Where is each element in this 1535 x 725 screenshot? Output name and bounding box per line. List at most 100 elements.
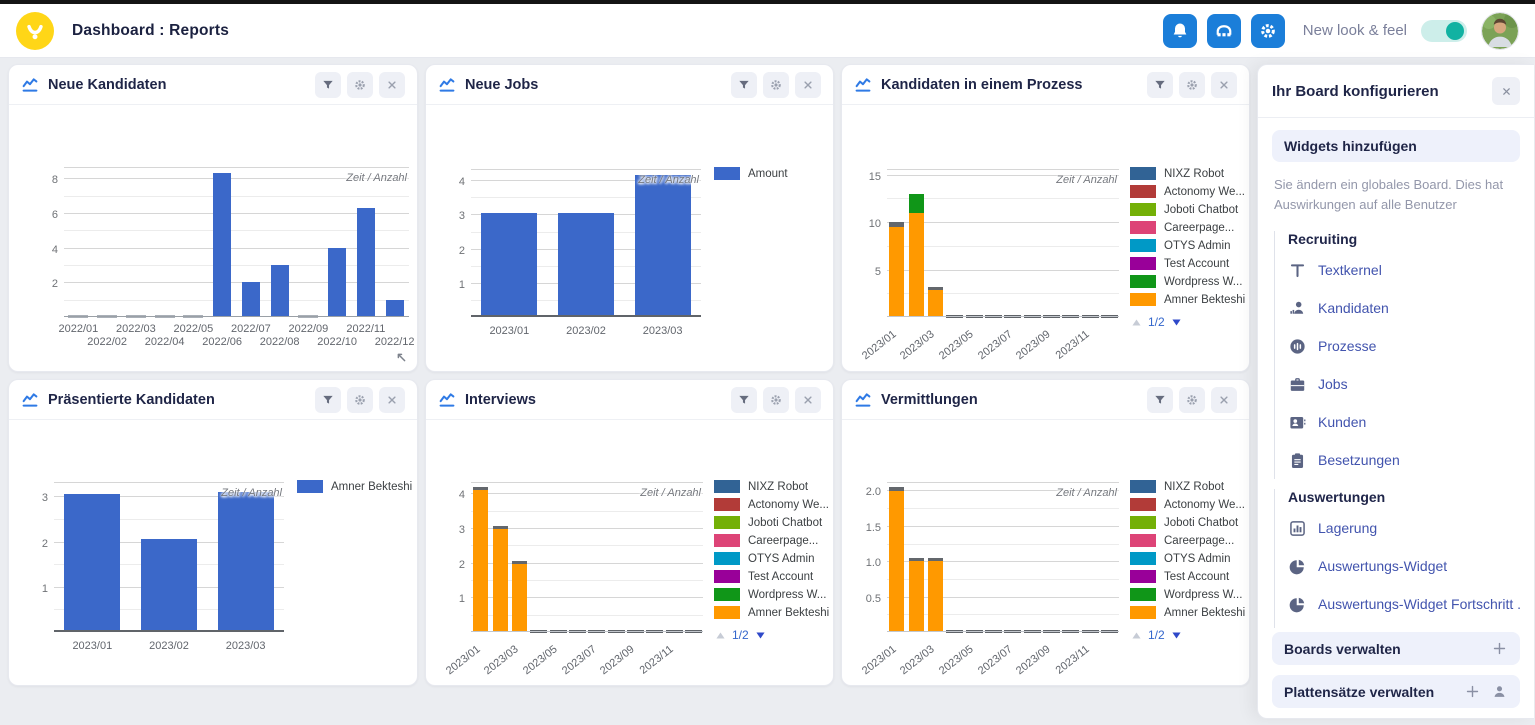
- sidebar-item-kunden[interactable]: Kunden: [1288, 403, 1520, 441]
- bar-segment: [271, 265, 289, 317]
- bar-segment: [481, 213, 537, 317]
- avatar[interactable]: [1481, 12, 1519, 50]
- widget-close-button[interactable]: [1211, 72, 1237, 98]
- bell-button[interactable]: [1163, 14, 1197, 48]
- gridline: [471, 482, 703, 483]
- legend-swatch: [714, 570, 740, 583]
- gridline-minor: [64, 196, 409, 197]
- x-axis-label: 2022/02: [77, 336, 137, 348]
- sidebar-item-jobs[interactable]: Jobs: [1288, 365, 1520, 403]
- plus-icon[interactable]: [1464, 683, 1481, 700]
- legend-prev-page-icon[interactable]: [714, 629, 727, 642]
- widget-settings-button[interactable]: [347, 72, 373, 98]
- chart-line-icon: [854, 391, 872, 409]
- sidebar-item-textkernel[interactable]: Textkernel: [1288, 251, 1520, 289]
- otys-logo[interactable]: [16, 12, 54, 50]
- legend-swatch: [1130, 275, 1156, 288]
- widget-close-button[interactable]: [379, 387, 405, 413]
- legend-entry: Amount: [714, 167, 834, 180]
- chart-legend: NIXZ RobotActonomy We...Joboti ChatbotCa…: [1130, 480, 1250, 642]
- plot-area: 12342023/012023/022023/03Zeit / Anzahl: [471, 169, 701, 317]
- chart-area-interviews: 12342023/012023/032023/052023/072023/092…: [426, 420, 833, 685]
- legend-label: Careerpage...: [1164, 535, 1234, 547]
- filter-button[interactable]: [1147, 72, 1173, 98]
- user-icon[interactable]: [1491, 683, 1508, 700]
- chart-legend: Amount: [714, 167, 834, 185]
- sidebar-item-besetzungen[interactable]: Besetzungen: [1288, 441, 1520, 479]
- sidebar-item-label: Prozesse: [1318, 338, 1376, 354]
- chart-area-neue-kandidaten: 24682022/012022/022022/032022/042022/052…: [9, 105, 417, 371]
- filter-button[interactable]: [315, 387, 341, 413]
- pie-icon: [1288, 595, 1307, 614]
- resize-handle-icon[interactable]: [394, 350, 409, 365]
- boards-verwalten-label: Boards verwalten: [1284, 641, 1401, 657]
- panel-close-button[interactable]: [1492, 77, 1520, 105]
- bar-segment: [328, 248, 346, 317]
- legend-label: NIXZ Robot: [748, 481, 808, 493]
- gear-button[interactable]: [1251, 14, 1285, 48]
- legend-prev-page-icon[interactable]: [1130, 316, 1143, 329]
- widget-close-button[interactable]: [795, 72, 821, 98]
- legend-swatch: [1130, 498, 1156, 511]
- plattensaetze-verwalten-bar[interactable]: Plattensätze verwalten: [1272, 675, 1520, 708]
- chart-line-icon: [438, 391, 456, 409]
- plus-icon[interactable]: [1491, 640, 1508, 657]
- y-tick-label: 2: [437, 245, 465, 257]
- bar-segment: [218, 492, 274, 632]
- legend-label: NIXZ Robot: [1164, 481, 1224, 493]
- bar-segment: [512, 564, 527, 632]
- storage-icon: [1288, 519, 1307, 538]
- widget-settings-button[interactable]: [763, 387, 789, 413]
- sidebar-item-label: Auswertungs-Widget Fortschritt ...: [1318, 596, 1520, 612]
- sidebar-item-kandidaten[interactable]: Kandidaten: [1288, 289, 1520, 327]
- widget-close-button[interactable]: [379, 72, 405, 98]
- legend-swatch: [1130, 239, 1156, 252]
- sidebar-item-lagerung[interactable]: Lagerung: [1288, 509, 1520, 547]
- x-axis-label: 2023/02: [134, 640, 204, 652]
- plates-bar-icons: [1464, 683, 1508, 700]
- add-widgets-header[interactable]: Widgets hinzufügen: [1272, 130, 1520, 162]
- filter-button[interactable]: [731, 387, 757, 413]
- new-look-toggle[interactable]: [1421, 20, 1467, 42]
- filter-button[interactable]: [731, 72, 757, 98]
- legend-next-page-icon[interactable]: [754, 629, 767, 642]
- legend-entry: Test Account: [1130, 257, 1250, 270]
- sidebar-item-auswertungs-widget-fortschritt[interactable]: Auswertungs-Widget Fortschritt ...: [1288, 585, 1520, 623]
- legend-swatch: [1130, 534, 1156, 547]
- legend-entry: Careerpage...: [1130, 221, 1250, 234]
- legend-next-page-icon[interactable]: [1170, 629, 1183, 642]
- y-tick-label: 6: [30, 209, 58, 221]
- customers-icon: [1288, 413, 1307, 432]
- widget-settings-button[interactable]: [1179, 387, 1205, 413]
- widget-close-button[interactable]: [1211, 387, 1237, 413]
- bar-segment: [928, 558, 943, 562]
- legend-next-page-icon[interactable]: [1170, 316, 1183, 329]
- org-button[interactable]: [1207, 14, 1241, 48]
- widget-settings-button[interactable]: [347, 387, 373, 413]
- chart-legend: NIXZ RobotActonomy We...Joboti ChatbotCa…: [1130, 167, 1250, 329]
- legend-pagination: 1/2: [1130, 628, 1250, 642]
- legend-entry: Amner Bekteshi: [714, 606, 834, 619]
- bar-segment: [889, 491, 904, 633]
- sidebar-item-auswertungs-widget[interactable]: Auswertungs-Widget: [1288, 547, 1520, 585]
- legend-prev-page-icon[interactable]: [1130, 629, 1143, 642]
- filter-button[interactable]: [315, 72, 341, 98]
- legend-label: Amount: [748, 168, 788, 180]
- x-axis-label: 2022/10: [307, 336, 367, 348]
- widget-settings-button[interactable]: [1179, 72, 1205, 98]
- legend-swatch: [1130, 185, 1156, 198]
- widget-close-button[interactable]: [795, 387, 821, 413]
- boards-verwalten-bar[interactable]: Boards verwalten: [1272, 632, 1520, 665]
- x-axis-label: 2023/03: [211, 640, 281, 652]
- filter-button[interactable]: [1147, 387, 1173, 413]
- legend-entry: Test Account: [1130, 570, 1250, 583]
- widget-settings-button[interactable]: [763, 72, 789, 98]
- sidebar-item-widget-jobs-nach-inhaber-ausw[interactable]: Widget Jobs nach Inhaber Ausw...: [1288, 623, 1520, 628]
- gridline: [54, 482, 284, 483]
- legend-entry: Wordpress W...: [1130, 588, 1250, 601]
- plattensaetze-verwalten-label: Plattensätze verwalten: [1284, 684, 1434, 700]
- bar-segment: [512, 561, 527, 564]
- sidebar-item-prozesse[interactable]: Prozesse: [1288, 327, 1520, 365]
- legend-swatch: [714, 606, 740, 619]
- jobs-icon: [1288, 375, 1307, 394]
